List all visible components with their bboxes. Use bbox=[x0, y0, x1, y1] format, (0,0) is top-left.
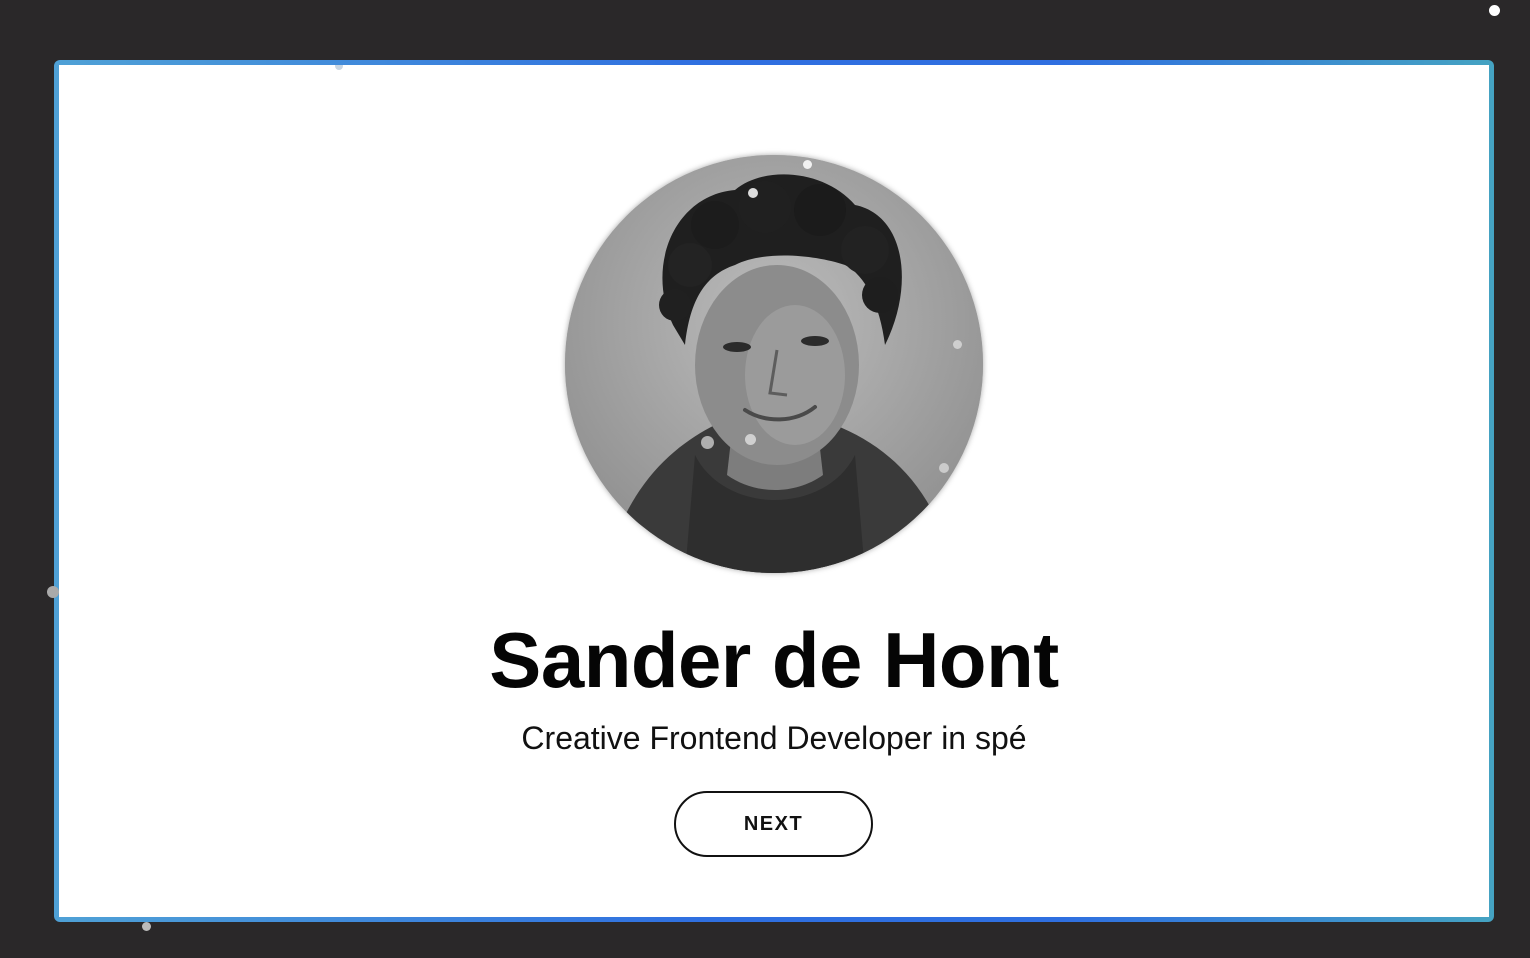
particle bbox=[748, 188, 758, 198]
next-button[interactable]: NEXT bbox=[674, 791, 873, 857]
profile-name: Sander de Hont bbox=[489, 616, 1059, 704]
profile-avatar bbox=[565, 155, 983, 573]
particle bbox=[1489, 5, 1500, 16]
particle bbox=[142, 922, 151, 931]
particle bbox=[745, 434, 756, 445]
particle bbox=[47, 586, 59, 598]
intro-card: Sander de Hont Creative Frontend Develop… bbox=[54, 60, 1494, 922]
particle bbox=[953, 340, 962, 349]
portrait-photo-icon bbox=[565, 155, 983, 573]
particle bbox=[701, 436, 714, 449]
particle bbox=[803, 160, 812, 169]
intro-card-content: Sander de Hont Creative Frontend Develop… bbox=[59, 65, 1489, 917]
profile-tagline: Creative Frontend Developer in spé bbox=[521, 720, 1027, 756]
particle bbox=[939, 463, 949, 473]
page-stage: Sander de Hont Creative Frontend Develop… bbox=[0, 0, 1530, 958]
particle bbox=[335, 65, 343, 70]
